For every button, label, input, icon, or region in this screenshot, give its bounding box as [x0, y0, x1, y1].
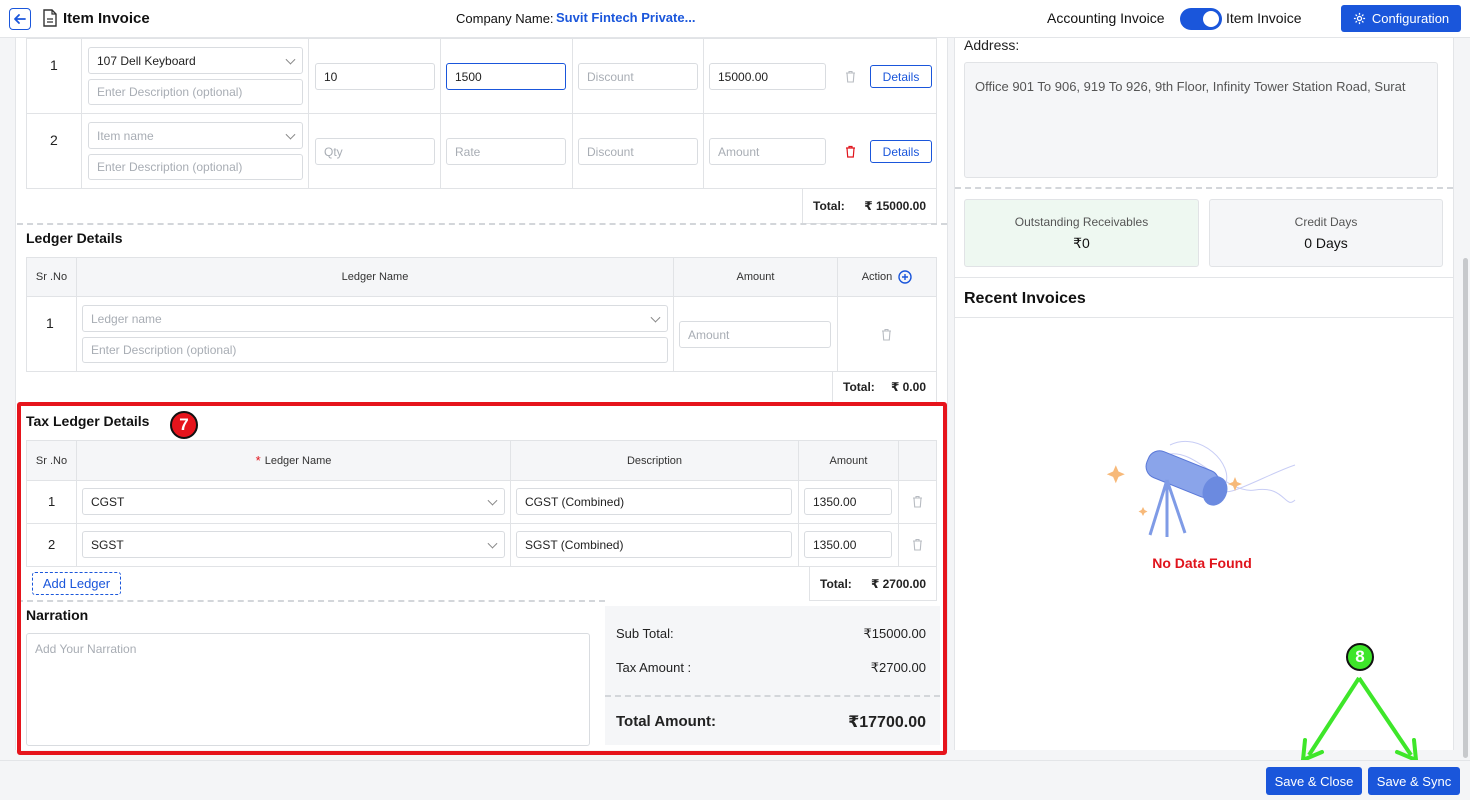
item-row-2-qty-input[interactable]: Qty [315, 138, 435, 165]
item-row-1-details-button[interactable]: Details [870, 65, 932, 88]
divider [17, 223, 947, 225]
save-and-close-button[interactable]: Save & Close [1266, 767, 1362, 795]
gear-icon [1353, 12, 1365, 25]
items-total-label: Total: [813, 199, 845, 213]
ledger-total-label: Total: [843, 380, 875, 394]
no-data-message: No Data Found [1152, 555, 1252, 571]
items-total: Total: ₹ 15000.00 [802, 188, 937, 224]
invoice-mode-toggle[interactable] [1180, 8, 1222, 30]
chevron-down-icon [285, 54, 296, 65]
ledger-name-placeholder: Ledger name [91, 311, 162, 326]
highlight-box [17, 402, 947, 755]
credit-days-card: Credit Days 0 Days [1209, 199, 1443, 267]
address-box: Office 901 To 906, 919 To 926, 9th Floor… [964, 62, 1438, 178]
item-row-1-discount-input[interactable]: Discount [578, 63, 698, 90]
configuration-label: Configuration [1371, 11, 1450, 26]
page-scrollbar[interactable] [1463, 258, 1468, 758]
item-row-1-qty-input[interactable]: 10 [315, 63, 435, 90]
trash-icon[interactable] [845, 145, 856, 158]
green-arrows-annotation [1301, 676, 1418, 762]
item-row-1-sr: 1 [50, 57, 58, 73]
divider [955, 187, 1453, 189]
item-row-2-item-placeholder: Item name [97, 128, 154, 143]
divider [955, 317, 1453, 318]
item-row-1-item-select[interactable]: 107 Dell Keyboard [88, 47, 303, 74]
item-row-2-amount-input[interactable]: Amount [709, 138, 826, 165]
toggle-knob [1203, 11, 1219, 27]
outstanding-receivables-card: Outstanding Receivables ₹0 [964, 199, 1199, 267]
company-name-link[interactable]: Suvit Fintech Private... [556, 10, 695, 25]
back-button[interactable] [9, 8, 31, 30]
item-row-2-sr-cell [26, 113, 82, 189]
item-row-2-details-button[interactable]: Details [870, 140, 932, 163]
arrow-left-icon [14, 14, 26, 24]
ledger-header-action: Action [837, 257, 937, 297]
outstanding-label: Outstanding Receivables [1014, 214, 1149, 229]
ledger-details-title: Ledger Details [26, 230, 123, 246]
ledger-header-sr: Sr .No [26, 257, 77, 297]
recent-invoices-title: Recent Invoices [964, 290, 1086, 307]
step-badge-8: 8 [1346, 643, 1374, 671]
ledger-amount-input[interactable]: Amount [679, 321, 831, 348]
ledger-header-amount: Amount [673, 257, 838, 297]
ledger-total-value: ₹ 0.00 [890, 380, 926, 394]
item-row-1-amount-input[interactable]: 15000.00 [709, 63, 826, 90]
credit-days-label: Credit Days [1294, 215, 1358, 229]
ledger-name-select[interactable]: Ledger name [82, 305, 668, 332]
accounting-invoice-label: Accounting Invoice [1047, 10, 1165, 26]
action-footer [0, 760, 1470, 800]
item-row-1-rate-input[interactable]: 1500 [446, 63, 566, 90]
step-badge-7: 7 [170, 411, 198, 439]
item-row-1-sr-cell [26, 38, 82, 114]
plus-circle-icon[interactable] [898, 270, 912, 284]
item-row-2-discount-input[interactable]: Discount [578, 138, 698, 165]
credit-days-value: 0 Days [1304, 235, 1348, 251]
ledger-description-input[interactable]: Enter Description (optional) [82, 337, 668, 363]
ledger-header-name: Ledger Name [76, 257, 674, 297]
chevron-down-icon [650, 312, 661, 323]
item-row-2-item-select[interactable]: Item name [88, 122, 303, 149]
ledger-total: Total: ₹ 0.00 [832, 371, 937, 403]
company-label: Company Name: [456, 11, 554, 26]
chevron-down-icon [285, 129, 296, 140]
telescope-illustration-icon [1106, 440, 1296, 537]
trash-icon[interactable] [845, 70, 856, 83]
item-row-1-item-value: 107 Dell Keyboard [97, 53, 196, 68]
item-row-1-description-input[interactable]: Enter Description (optional) [88, 79, 303, 105]
outstanding-value: ₹0 [1073, 234, 1090, 251]
save-and-sync-button[interactable]: Save & Sync [1368, 767, 1460, 795]
items-total-value: ₹ 15000.00 [864, 199, 926, 213]
ledger-row-sr-cell [26, 296, 77, 372]
divider [955, 277, 1453, 278]
item-row-2-sr: 2 [50, 132, 58, 148]
item-invoice-label: Item Invoice [1226, 10, 1302, 26]
ledger-header-action-label: Action [861, 271, 893, 283]
item-row-2-rate-input[interactable]: Rate [446, 138, 566, 165]
address-label: Address: [964, 37, 1020, 53]
ledger-row-sr: 1 [46, 315, 54, 331]
item-row-2-description-input[interactable]: Enter Description (optional) [88, 154, 303, 180]
configuration-button[interactable]: Configuration [1341, 5, 1461, 32]
trash-icon[interactable] [881, 328, 892, 341]
document-icon [43, 9, 57, 27]
page-title: Item Invoice [63, 10, 150, 27]
